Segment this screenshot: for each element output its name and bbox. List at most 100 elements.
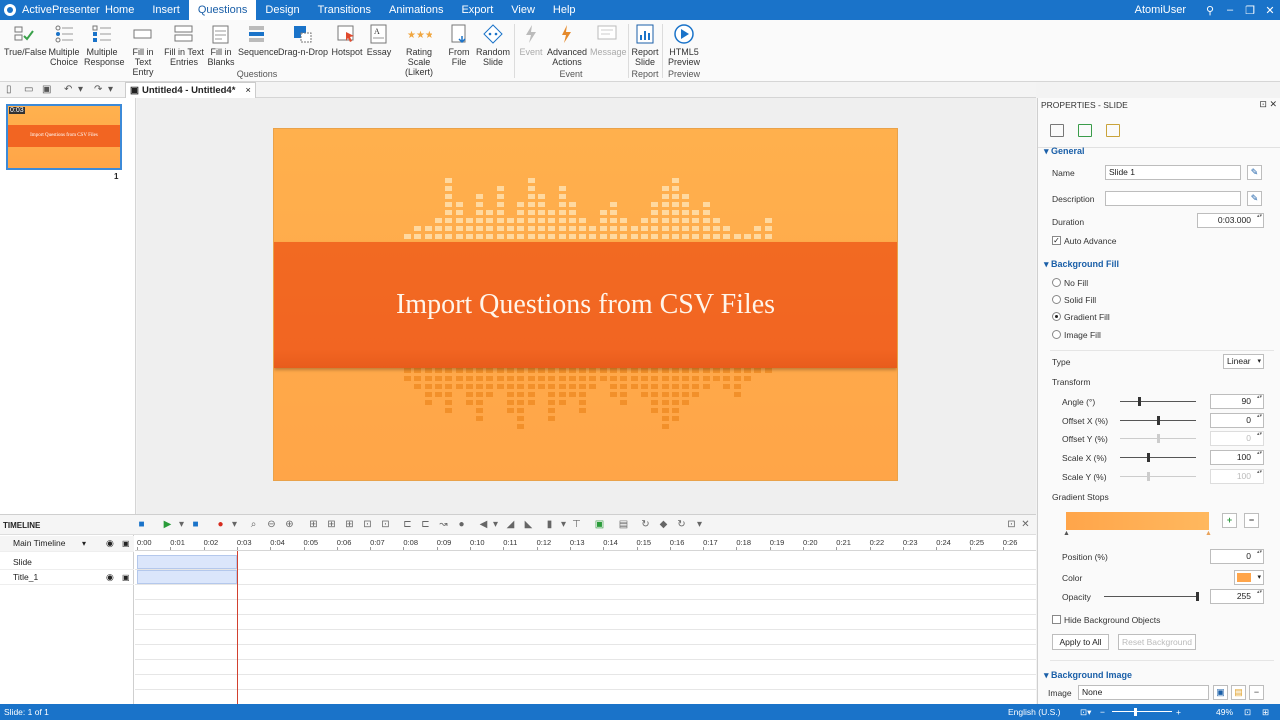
offset-y-slider[interactable]	[1120, 434, 1196, 443]
scale-x-field[interactable]: 100	[1210, 450, 1264, 465]
solid-fill-radio[interactable]	[1052, 295, 1061, 304]
tab-help[interactable]: Help	[544, 0, 585, 20]
scale-y-slider-thumb[interactable]	[1147, 472, 1150, 481]
multiple-choice-button[interactable]: Multiple Choice	[46, 22, 82, 67]
zoom-plus-icon[interactable]: +	[1176, 707, 1181, 717]
position-field[interactable]: 0	[1210, 549, 1264, 564]
split-icon[interactable]: ⊡	[380, 519, 391, 530]
reset-background-button[interactable]: Reset Background	[1118, 634, 1196, 650]
tab-design[interactable]: Design	[256, 0, 308, 20]
offset-x-field[interactable]: 0	[1210, 413, 1264, 428]
fade-in-icon[interactable]: ◢	[505, 519, 516, 530]
volume-dropdown-icon[interactable]: ▾	[490, 519, 501, 530]
track-bar-slide[interactable]	[137, 555, 237, 569]
lock-icon[interactable]: ▣	[122, 536, 130, 551]
align-center-icon[interactable]: ⊞	[326, 519, 337, 530]
tab-insert[interactable]: Insert	[143, 0, 189, 20]
align-right-icon[interactable]: ⊞	[344, 519, 355, 530]
angle-slider[interactable]	[1120, 397, 1196, 406]
drag-drop-button[interactable]: Drag-n-Drop	[278, 22, 328, 57]
add-stop-icon[interactable]: +	[1222, 513, 1237, 528]
transition-tab-icon[interactable]	[1078, 124, 1092, 137]
timeline-close-icon[interactable]: ✕	[1020, 519, 1031, 530]
opacity-slider-thumb[interactable]	[1196, 592, 1199, 601]
subtitle-icon[interactable]: ▤	[618, 519, 629, 530]
description-edit-icon[interactable]: ✎	[1247, 191, 1262, 206]
refresh-icon[interactable]: ↻	[676, 519, 687, 530]
restore-icon[interactable]: ❐	[1240, 4, 1260, 17]
angle-slider-thumb[interactable]	[1138, 397, 1141, 406]
align-left-icon[interactable]: ⊞	[308, 519, 319, 530]
document-close-icon[interactable]: ×	[245, 85, 251, 96]
random-slide-button[interactable]: Random Slide	[474, 22, 512, 67]
fullscreen-icon[interactable]: ⊞	[1262, 707, 1269, 718]
slide-thumbnail[interactable]: Import Questions from CSV Files 0:03	[6, 104, 122, 170]
image-field[interactable]: None	[1078, 685, 1209, 700]
lock-icon[interactable]: ▣	[122, 570, 130, 585]
event-button[interactable]: Event	[518, 22, 544, 57]
slide-title[interactable]: Import Questions from CSV Files	[396, 289, 775, 321]
zoom-out-icon[interactable]: ⊖	[266, 519, 277, 530]
duration-field[interactable]: 0:03.000	[1197, 213, 1264, 228]
description-field[interactable]	[1105, 191, 1241, 206]
minimize-icon[interactable]: –	[1220, 4, 1240, 16]
eye-icon[interactable]: ◉	[106, 536, 114, 551]
document-tab[interactable]: ▣ Untitled4 - Untitled4* ×	[125, 82, 256, 98]
eye-icon[interactable]: ◉	[106, 570, 114, 585]
background-image-section-header[interactable]: ▾ Background Image	[1044, 670, 1132, 681]
timeline-row-title[interactable]: Title_1 ◉ ▣	[0, 570, 134, 585]
sequence-button[interactable]: Sequence	[238, 22, 279, 57]
language[interactable]: English (U.S.)	[1008, 707, 1060, 717]
new-icon[interactable]: ▯	[6, 84, 12, 95]
main-timeline-row[interactable]: Main Timeline ▾ ◉ ▣	[0, 536, 134, 552]
play-dropdown-icon[interactable]: ▾	[176, 519, 187, 530]
cut-icon[interactable]: ⊏	[420, 519, 431, 530]
opacity-slider[interactable]	[1104, 592, 1199, 601]
scale-x-slider-thumb[interactable]	[1147, 453, 1150, 462]
tab-questions[interactable]: Questions	[188, 0, 257, 20]
scale-x-slider[interactable]	[1120, 453, 1196, 462]
undo-icon[interactable]: ↶	[64, 84, 72, 95]
from-file-button[interactable]: From File	[446, 22, 472, 67]
offset-y-field[interactable]: 0	[1210, 431, 1264, 446]
properties-tab-icon[interactable]	[1050, 124, 1064, 137]
hide-background-objects-checkbox[interactable]	[1052, 615, 1061, 624]
gradient-fill-radio[interactable]	[1052, 312, 1061, 321]
audio-dropdown-icon[interactable]: ▾	[558, 519, 569, 530]
refresh-dropdown-icon[interactable]: ▾	[694, 519, 705, 530]
interaction-tab-icon[interactable]	[1106, 124, 1120, 137]
zoom-minus-icon[interactable]: −	[1100, 707, 1105, 717]
image-browse-icon[interactable]: ▣	[1213, 685, 1228, 700]
offset-y-slider-thumb[interactable]	[1157, 434, 1160, 443]
play-icon[interactable]: ▶	[162, 519, 173, 530]
blur-icon[interactable]: ●	[456, 519, 467, 530]
remove-stop-icon[interactable]: −	[1244, 513, 1259, 528]
general-section-header[interactable]: ▾ General	[1044, 146, 1085, 157]
scale-y-slider[interactable]	[1120, 472, 1196, 481]
text-entries-button[interactable]: Fill in Text Entries	[164, 22, 204, 67]
redo-icon[interactable]: ↷	[94, 84, 102, 95]
timeline-ruler[interactable]: 0:00 0:01 0:02 0:03 0:04 0:05 0:06 0:07 0:08 0:09…	[135, 535, 1036, 551]
panel-controls[interactable]: ⊡ ✕	[1259, 99, 1277, 110]
loop-icon[interactable]: ↻	[640, 519, 651, 530]
timeline-restore-icon[interactable]: ⊡	[1006, 519, 1017, 530]
trim-icon[interactable]: ⊡	[362, 519, 373, 530]
zoom-fit-window-icon[interactable]: ⊡	[1244, 707, 1251, 718]
zoom-in-icon[interactable]: ⊕	[284, 519, 295, 530]
audio-icon[interactable]: ▮	[544, 519, 555, 530]
offset-x-slider[interactable]	[1120, 416, 1196, 425]
opacity-field[interactable]: 255	[1210, 589, 1264, 604]
chevron-down-icon[interactable]: ▾	[82, 536, 86, 551]
zoom-fit-icon[interactable]: ⌕	[248, 519, 259, 530]
crop-icon[interactable]: ⊏	[402, 519, 413, 530]
angle-field[interactable]: 90	[1210, 394, 1264, 409]
volume-icon[interactable]: ◀	[478, 519, 489, 530]
record-dropdown-icon[interactable]: ▾	[229, 519, 240, 530]
background-fill-section-header[interactable]: ▾ Background Fill	[1044, 259, 1119, 270]
scale-y-field[interactable]: 100	[1210, 469, 1264, 484]
pin-icon[interactable]: ⚲	[1200, 4, 1220, 17]
name-edit-icon[interactable]: ✎	[1247, 165, 1262, 180]
essay-button[interactable]: A Essay	[366, 22, 392, 57]
name-field[interactable]: Slide 1	[1105, 165, 1241, 180]
marker-icon[interactable]: ◆	[658, 519, 669, 530]
